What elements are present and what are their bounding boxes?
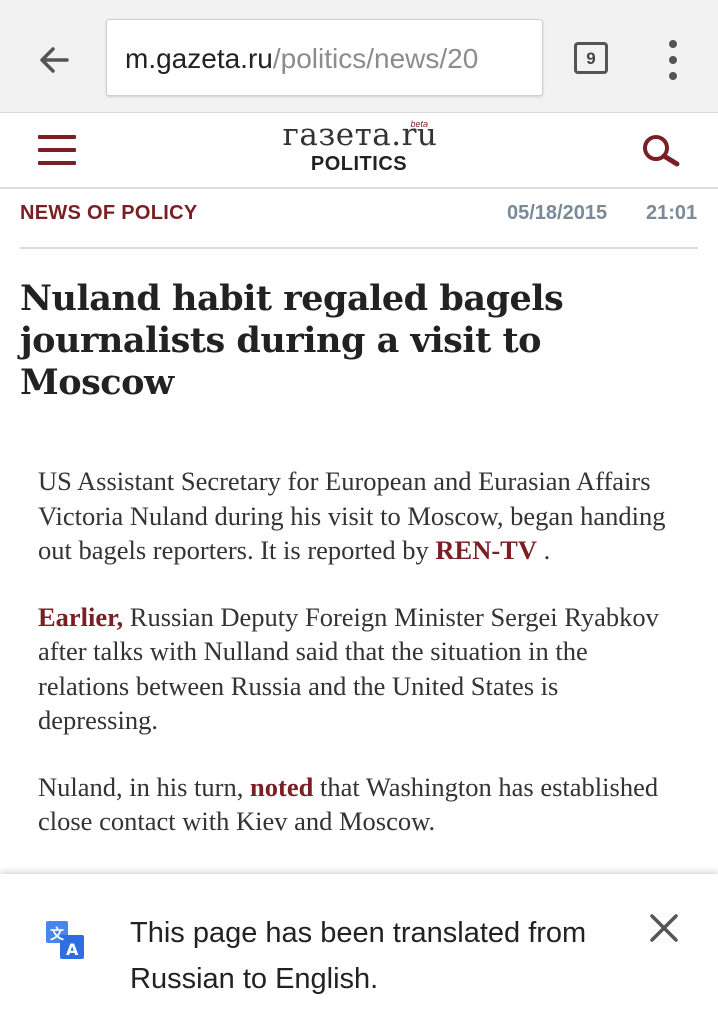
url-path: /politics/news/20	[272, 43, 479, 74]
url-host: m.gazeta.ru	[125, 43, 273, 74]
earlier-link[interactable]: Earlier,	[38, 602, 123, 632]
arrow-back-icon	[40, 47, 69, 73]
article-body: US Assistant Secretary for European and …	[38, 464, 678, 871]
search-icon[interactable]	[640, 132, 684, 172]
paragraph-3: Nuland, in his turn, noted that Washingt…	[38, 771, 659, 837]
noted-link[interactable]: noted	[250, 772, 313, 802]
section-title: POLITICS	[310, 153, 408, 175]
tab-switcher-button[interactable]: 9	[574, 42, 608, 74]
address-bar[interactable]: m.gazeta.ru/politics/news/20	[106, 19, 543, 96]
divider	[20, 247, 698, 249]
article-meta: NEWS OF POLICY 05/18/2015 21:01	[20, 202, 698, 230]
site-header: газета.ru beta POLITICS	[0, 113, 718, 189]
back-button[interactable]	[26, 34, 82, 86]
translate-infobar: 文 A This page has been translated from R…	[0, 874, 718, 1024]
paragraph-1: US Assistant Secretary for European and …	[38, 466, 666, 565]
article-date: 05/18/2015	[507, 202, 608, 224]
translate-icon[interactable]: 文 A	[44, 919, 86, 961]
svg-text:文: 文	[50, 926, 65, 943]
translate-message: This page has been translated from Russi…	[130, 917, 587, 995]
article-time: 21:01	[646, 202, 698, 224]
close-icon[interactable]	[644, 908, 684, 948]
article-headline: Nuland habit regaled bagels journalists …	[20, 278, 564, 403]
paragraph-2: Earlier, Russian Deputy Foreign Minister…	[38, 601, 659, 736]
logo-beta-badge: beta	[410, 119, 428, 129]
ren-tv-link[interactable]: REN-TV	[435, 535, 537, 565]
svg-text:A: A	[66, 940, 79, 959]
hamburger-icon[interactable]	[38, 135, 76, 165]
more-vert-icon[interactable]	[660, 40, 686, 80]
site-logo[interactable]: газета.ru beta	[280, 117, 440, 153]
category-label[interactable]: NEWS OF POLICY	[20, 202, 198, 225]
browser-toolbar: m.gazeta.ru/politics/news/20 9	[0, 0, 718, 113]
